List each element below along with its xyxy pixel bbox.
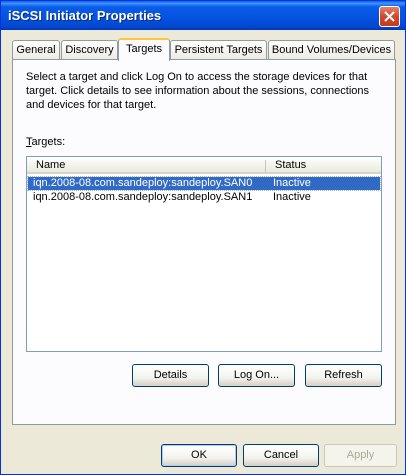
title-bar[interactable]: iSCSI Initiator Properties xyxy=(1,1,405,30)
column-header-name[interactable]: Name xyxy=(36,159,65,171)
cancel-button[interactable]: Cancel xyxy=(243,444,319,467)
logon-button[interactable]: Log On... xyxy=(218,364,295,387)
targets-label-rest: argets: xyxy=(31,136,66,148)
dialog-window: iSCSI Initiator Properties General Disco… xyxy=(0,0,406,475)
column-separator[interactable] xyxy=(265,160,266,172)
table-row[interactable]: iqn.2008-08.com.sandeploy:sandeploy.SAN0… xyxy=(27,176,381,191)
refresh-button-label: Refresh xyxy=(324,369,363,381)
tab-bound-volumes[interactable]: Bound Volumes/Devices xyxy=(268,40,395,59)
target-status: Inactive xyxy=(273,191,311,203)
details-button-label: Details xyxy=(153,369,188,381)
close-button[interactable] xyxy=(379,6,400,27)
window-title: iSCSI Initiator Properties xyxy=(8,8,162,23)
target-status: Inactive xyxy=(273,177,311,189)
ok-button-label: OK xyxy=(191,449,207,461)
target-name: iqn.2008-08.com.sandeploy:sandeploy.SAN1 xyxy=(33,191,253,203)
column-header-status[interactable]: Status xyxy=(275,159,306,171)
cancel-button-label: Cancel xyxy=(263,449,299,461)
target-name: iqn.2008-08.com.sandeploy:sandeploy.SAN0 xyxy=(33,177,253,189)
close-icon xyxy=(384,11,395,22)
description-text: Select a target and click Log On to acce… xyxy=(26,71,370,111)
tab-persistent-targets[interactable]: Persistent Targets xyxy=(170,40,267,59)
tab-strip: General Discovery Targets Persistent Tar… xyxy=(12,38,396,61)
targets-label: Targets: xyxy=(26,136,66,148)
targets-tab-panel: Select a target and click Log On to acce… xyxy=(12,59,396,425)
tab-general[interactable]: General xyxy=(12,40,60,59)
tab-targets[interactable]: Targets xyxy=(118,38,170,61)
logon-button-label: Log On... xyxy=(233,369,280,381)
apply-button-label: Apply xyxy=(346,449,375,461)
ok-button[interactable]: OK xyxy=(161,444,237,467)
targets-list[interactable]: Name Status iqn.2008-08.com.sandeploy:sa… xyxy=(26,156,382,352)
apply-button: Apply xyxy=(324,444,397,467)
tab-discovery[interactable]: Discovery xyxy=(61,40,118,59)
refresh-button[interactable]: Refresh xyxy=(305,364,382,387)
details-button[interactable]: Details xyxy=(132,364,209,387)
table-row[interactable]: iqn.2008-08.com.sandeploy:sandeploy.SAN1… xyxy=(28,191,380,204)
list-header: Name Status xyxy=(27,157,381,174)
